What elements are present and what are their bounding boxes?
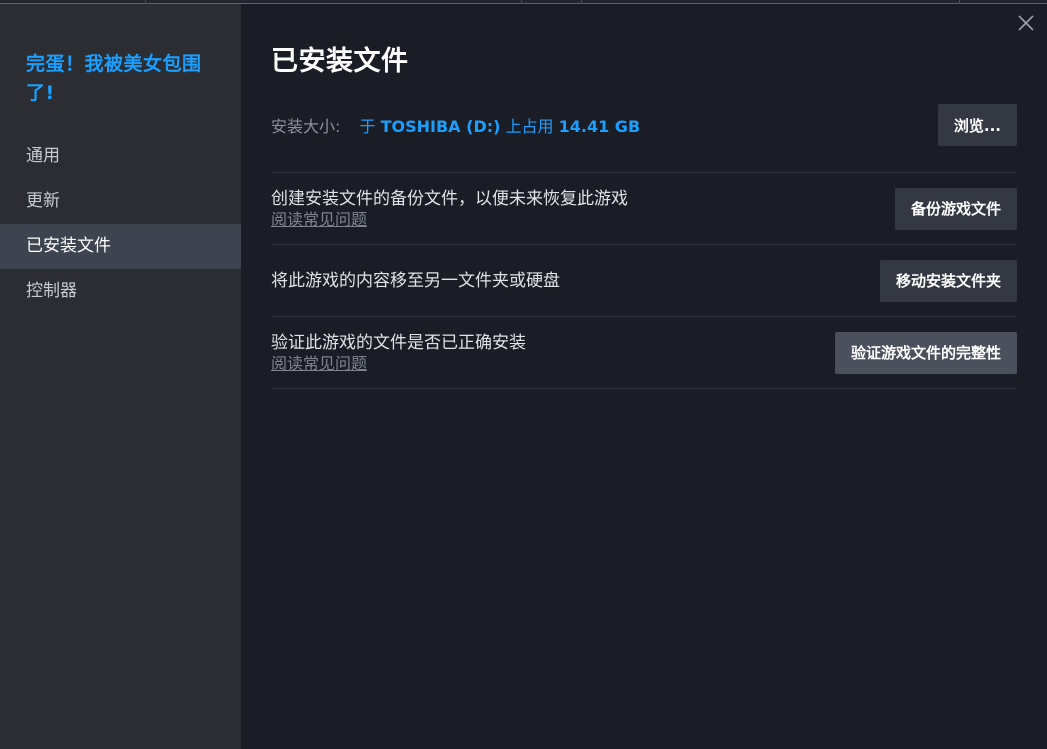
verify-description: 验证此游戏的文件是否已正确安装 — [271, 332, 526, 353]
backup-row: 创建安装文件的备份文件，以便未来恢复此游戏 阅读常见问题 备份游戏文件 — [271, 173, 1017, 245]
sidebar-item-general[interactable]: 通用 — [0, 134, 241, 179]
close-button[interactable] — [1015, 12, 1037, 34]
verify-faq-link[interactable]: 阅读常见问题 — [271, 354, 526, 374]
verify-row: 验证此游戏的文件是否已正确安装 阅读常见问题 验证游戏文件的完整性 — [271, 317, 1017, 389]
sidebar-item-controller[interactable]: 控制器 — [0, 269, 241, 314]
install-size-amount: 14.41 GB — [558, 117, 641, 136]
install-size-value: 于 TOSHIBA (D:) 上占用 14.41 GB — [360, 117, 641, 136]
main-content: 已安装文件 安装大小: 于 TOSHIBA (D:) 上占用 14.41 GB … — [241, 4, 1047, 749]
install-size-label: 安装大小: — [271, 117, 341, 136]
install-size-row: 安装大小: 于 TOSHIBA (D:) 上占用 14.41 GB 浏览... — [271, 104, 1017, 173]
backup-description: 创建安装文件的备份文件，以便未来恢复此游戏 — [271, 188, 628, 209]
sidebar-item-installed-files[interactable]: 已安装文件 — [0, 224, 241, 269]
install-drive: TOSHIBA (D:) — [380, 117, 501, 136]
verify-text-group: 验证此游戏的文件是否已正确安装 阅读常见问题 — [271, 332, 526, 374]
page-title: 已安装文件 — [271, 46, 409, 77]
properties-window: 完蛋！我被美女包围了! 通用 更新 已安装文件 控制器 已安装文件 安装大小: … — [0, 4, 1047, 749]
move-description: 将此游戏的内容移至另一文件夹或硬盘 — [271, 270, 560, 291]
move-install-folder-button[interactable]: 移动安装文件夹 — [879, 259, 1017, 302]
install-size-text: 安装大小: 于 TOSHIBA (D:) 上占用 14.41 GB — [271, 113, 640, 137]
close-icon — [1018, 15, 1034, 31]
install-size-middle: 上占用 — [500, 117, 559, 136]
sidebar-item-updates[interactable]: 更新 — [0, 179, 241, 224]
backup-game-files-button[interactable]: 备份游戏文件 — [894, 187, 1017, 230]
move-row: 将此游戏的内容移至另一文件夹或硬盘 移动安装文件夹 — [271, 245, 1017, 317]
game-title: 完蛋！我被美女包围了! — [26, 53, 202, 104]
backup-text-group: 创建安装文件的备份文件，以便未来恢复此游戏 阅读常见问题 — [271, 188, 628, 230]
backup-faq-link[interactable]: 阅读常见问题 — [271, 210, 628, 230]
verify-integrity-button[interactable]: 验证游戏文件的完整性 — [834, 331, 1017, 374]
sidebar: 完蛋！我被美女包围了! 通用 更新 已安装文件 控制器 — [0, 4, 241, 749]
move-text-group: 将此游戏的内容移至另一文件夹或硬盘 — [271, 270, 560, 292]
install-size-prefix: 于 — [359, 117, 381, 136]
browse-button[interactable]: 浏览... — [937, 104, 1017, 146]
